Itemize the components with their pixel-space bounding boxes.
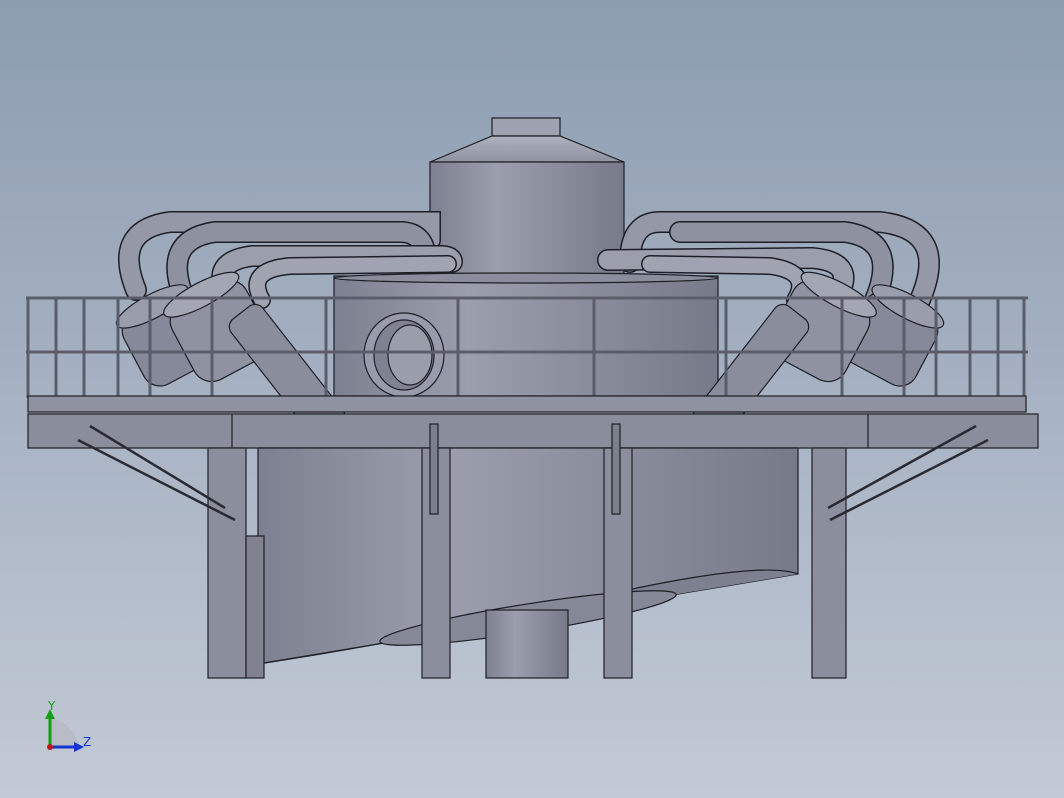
triad-origin (47, 744, 53, 750)
y-axis-label: Y (48, 699, 56, 713)
z-axis-label: Z (83, 735, 92, 749)
bottom-outlet-pipe[interactable] (485, 609, 569, 679)
cad-graphics-viewport[interactable]: Y Z (0, 0, 1064, 798)
top-nozzle[interactable] (491, 117, 561, 137)
coordinate-triad (45, 709, 84, 752)
equipment-model[interactable] (26, 117, 1039, 679)
manway-nozzle[interactable] (363, 312, 445, 398)
model-view[interactable] (0, 0, 1064, 798)
platform-deck[interactable] (27, 395, 1039, 449)
vessel-dome[interactable] (429, 135, 625, 163)
